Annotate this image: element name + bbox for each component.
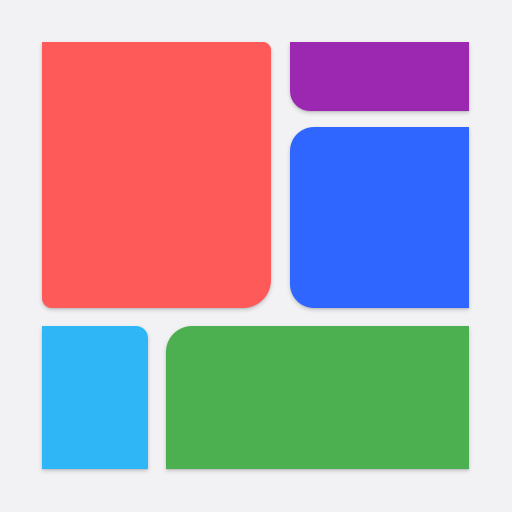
light-blue-tile [42,326,148,469]
mosaic-canvas [0,0,512,512]
blue-tile [290,127,469,308]
green-tile [166,326,469,469]
red-tile [42,42,271,308]
purple-tile [290,42,469,111]
